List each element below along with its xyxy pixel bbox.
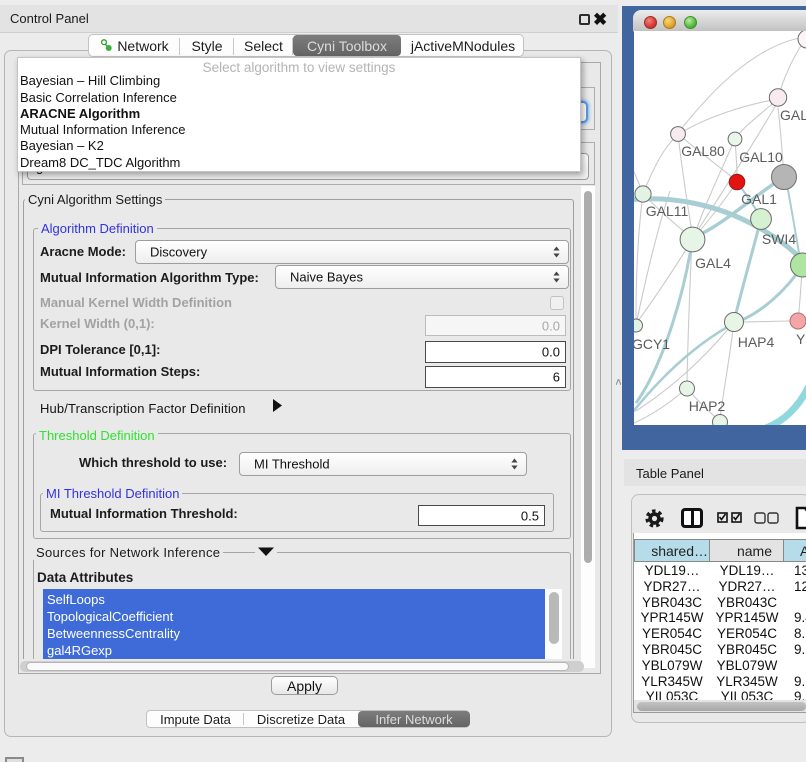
svg-text:SWI4: SWI4	[762, 231, 796, 247]
svg-text:GAL2: GAL2	[780, 107, 806, 123]
svg-text:GAL11: GAL11	[646, 203, 689, 219]
svg-text:HAP4: HAP4	[738, 334, 775, 350]
svg-text:GAL4: GAL4	[695, 255, 731, 271]
svg-text:GCY1: GCY1	[634, 336, 670, 352]
svg-text:Y: Y	[796, 331, 806, 347]
svg-text:HAP2: HAP2	[689, 398, 726, 414]
svg-text:GAL80: GAL80	[681, 143, 725, 159]
svg-text:GAL1: GAL1	[741, 191, 777, 207]
svg-text:GAL10: GAL10	[739, 149, 783, 165]
